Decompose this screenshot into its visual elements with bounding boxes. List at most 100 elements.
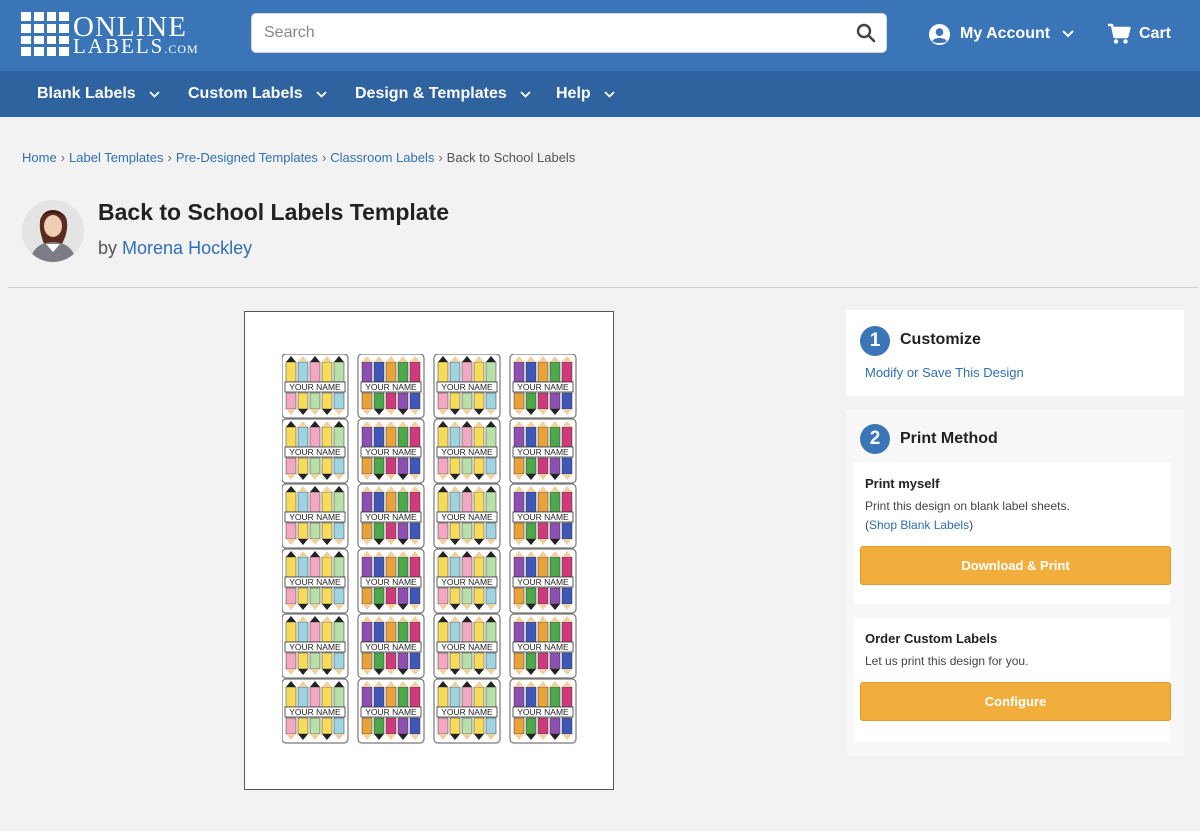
step-badge: 2 bbox=[860, 424, 890, 454]
breadcrumb-separator: › bbox=[438, 150, 443, 165]
logo-wordmark: ONLINE LABELS.COM bbox=[73, 10, 199, 58]
divider bbox=[8, 287, 1198, 288]
label-name-text: YOUR NAME bbox=[441, 447, 493, 457]
label-tile: YOUR NAME bbox=[282, 613, 349, 679]
page-title: Back to School Labels Template bbox=[98, 199, 450, 225]
label-name-text: YOUR NAME bbox=[365, 447, 417, 457]
label-tile: YOUR NAME bbox=[357, 483, 425, 549]
label-tile: YOUR NAME bbox=[509, 483, 577, 549]
site-logo[interactable]: ONLINE LABELS.COM bbox=[21, 12, 199, 56]
label-tile: YOUR NAME bbox=[433, 678, 501, 744]
modify-design-link[interactable]: Modify or Save This Design bbox=[865, 365, 1024, 380]
chevron-down-icon bbox=[316, 90, 327, 98]
label-tile: YOUR NAME bbox=[357, 613, 425, 679]
label-name-text: YOUR NAME bbox=[517, 577, 569, 587]
label-tile: YOUR NAME bbox=[357, 548, 425, 614]
breadcrumb-label-templates[interactable]: Label Templates bbox=[69, 150, 163, 165]
label-tile: YOUR NAME bbox=[509, 418, 577, 484]
label-tile: YOUR NAME bbox=[433, 548, 501, 614]
logo-bottom-word: LABELS bbox=[73, 33, 165, 58]
cart-icon bbox=[1108, 23, 1131, 44]
breadcrumb-pre-designed-templates[interactable]: Pre-Designed Templates bbox=[176, 150, 318, 165]
logo-suffix: .COM bbox=[164, 41, 199, 56]
search-icon[interactable] bbox=[856, 23, 876, 43]
breadcrumb-separator: › bbox=[60, 150, 66, 165]
label-tile: YOUR NAME bbox=[282, 678, 349, 744]
label-tile: YOUR NAME bbox=[282, 483, 349, 549]
label-name-text: YOUR NAME bbox=[365, 642, 417, 652]
my-account-menu[interactable]: My Account bbox=[928, 22, 1074, 46]
label-tile: YOUR NAME bbox=[433, 483, 501, 549]
step-badge: 1 bbox=[860, 326, 890, 356]
label-name-text: YOUR NAME bbox=[289, 447, 341, 457]
print-method-title: Print Method bbox=[900, 430, 998, 447]
label-name-text: YOUR NAME bbox=[517, 512, 569, 522]
breadcrumb-classroom-labels[interactable]: Classroom Labels bbox=[330, 150, 434, 165]
label-name-text: YOUR NAME bbox=[517, 642, 569, 652]
label-name-text: YOUR NAME bbox=[517, 707, 569, 717]
label-name-text: YOUR NAME bbox=[441, 382, 493, 392]
print-method-panel: 2 Print Method Print myself Print this d… bbox=[846, 410, 1184, 756]
print-myself-card: Print myself Print this design on blank … bbox=[854, 462, 1171, 604]
nav-blank-labels[interactable]: Blank Labels bbox=[37, 71, 160, 117]
breadcrumb-separator: › bbox=[167, 150, 172, 165]
author-avatar[interactable] bbox=[22, 200, 84, 262]
cart-label: Cart bbox=[1139, 25, 1172, 42]
search-input[interactable] bbox=[252, 14, 832, 52]
breadcrumb-current: Back to School Labels bbox=[446, 150, 576, 165]
breadcrumb-home[interactable]: Home bbox=[22, 150, 57, 165]
label-tile: YOUR NAME bbox=[282, 418, 349, 484]
author-photo bbox=[22, 200, 84, 262]
label-tile: YOUR NAME bbox=[433, 613, 501, 679]
breadcrumb-separator: › bbox=[321, 150, 327, 165]
label-name-text: YOUR NAME bbox=[289, 382, 341, 392]
label-name-text: YOUR NAME bbox=[365, 512, 417, 522]
customize-panel: 1 Customize Modify or Save This Design bbox=[846, 310, 1184, 396]
label-tile: YOUR NAME bbox=[509, 613, 577, 679]
chevron-down-icon bbox=[149, 90, 160, 98]
label-name-text: YOUR NAME bbox=[289, 577, 341, 587]
logo-bottom-text: LABELS.COM bbox=[73, 33, 199, 58]
nav-item-label: Design & Templates bbox=[355, 85, 507, 102]
label-name-text: YOUR NAME bbox=[289, 642, 341, 652]
shop-blank-labels-link[interactable]: Shop Blank Labels bbox=[869, 518, 969, 532]
print-myself-text: Print this design on blank label sheets. bbox=[865, 499, 1070, 513]
label-tile: YOUR NAME bbox=[509, 678, 577, 744]
author-link[interactable]: Morena Hockley bbox=[122, 238, 252, 258]
byline-prefix: by bbox=[98, 238, 118, 258]
label-tile: YOUR NAME bbox=[433, 354, 501, 419]
cart-link[interactable]: Cart bbox=[1107, 22, 1171, 46]
my-account-label: My Account bbox=[960, 25, 1051, 42]
label-name-text: YOUR NAME bbox=[517, 382, 569, 392]
label-tile: YOUR NAME bbox=[433, 418, 501, 484]
nav-design-templates[interactable]: Design & Templates bbox=[355, 71, 531, 117]
label-sheet-preview[interactable]: YOUR NAME YOUR NAME YOUR NAME YOUR NAME YOUR… bbox=[244, 311, 614, 790]
configure-button[interactable]: Configure bbox=[860, 682, 1171, 721]
label-name-text: YOUR NAME bbox=[365, 382, 417, 392]
nav-item-label: Custom Labels bbox=[188, 85, 303, 102]
label-name-text: YOUR NAME bbox=[441, 577, 493, 587]
breadcrumb: Home › Label Templates › Pre-Designed Templa… bbox=[22, 150, 575, 165]
nav-item-label: Blank Labels bbox=[37, 85, 136, 102]
label-name-text: YOUR NAME bbox=[289, 707, 341, 717]
label-tile: YOUR NAME bbox=[357, 418, 425, 484]
nav-help[interactable]: Help bbox=[556, 71, 615, 117]
chevron-down-icon bbox=[1062, 30, 1074, 38]
label-tile: YOUR NAME bbox=[357, 354, 425, 419]
nav-item-label: Help bbox=[556, 85, 591, 102]
order-custom-card: Order Custom Labels Let us print this de… bbox=[854, 618, 1171, 742]
nav-custom-labels[interactable]: Custom Labels bbox=[188, 71, 327, 117]
logo-top-text: ONLINE bbox=[73, 10, 187, 43]
logo-grid-icon bbox=[21, 12, 69, 56]
download-print-button[interactable]: Download & Print bbox=[860, 546, 1171, 585]
label-grid: YOUR NAME YOUR NAME YOUR NAME YOUR NAME YOUR… bbox=[282, 354, 577, 744]
label-name-text: YOUR NAME bbox=[365, 707, 417, 717]
label-name-text: YOUR NAME bbox=[289, 512, 341, 522]
paren-close: ) bbox=[969, 518, 974, 532]
label-tile: YOUR NAME bbox=[357, 678, 425, 744]
search-box bbox=[251, 13, 887, 53]
order-custom-text: Let us print this design for you. bbox=[865, 654, 1029, 668]
user-icon bbox=[928, 23, 951, 45]
chevron-down-icon bbox=[520, 90, 531, 98]
shop-blank-labels-line: (Shop Blank Labels) bbox=[865, 518, 973, 532]
